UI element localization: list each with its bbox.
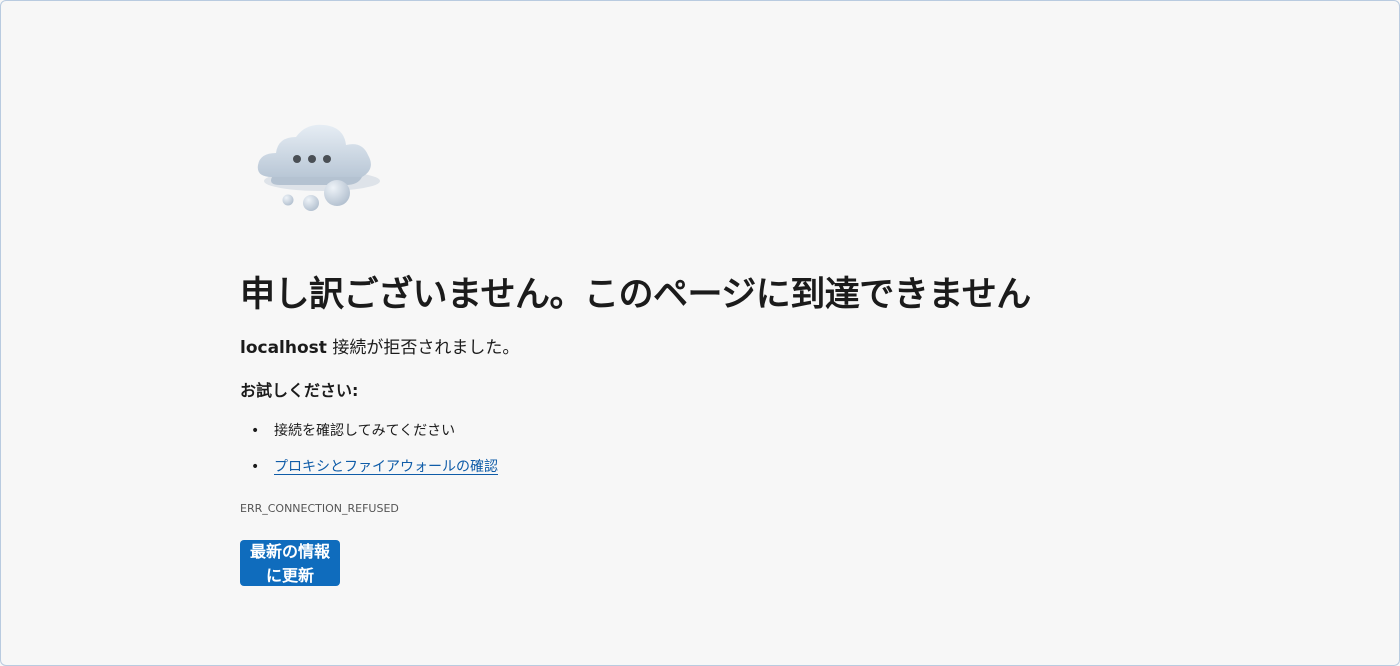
error-content: 申し訳ございません。このページに到達できません localhost 接続が拒否さ… (240, 119, 1140, 586)
refresh-button[interactable]: 最新の情報に更新 (240, 540, 340, 586)
list-item: • 接続を確認してみてください (240, 419, 498, 443)
suggestions-list: • 接続を確認してみてください • プロキシとファイアウォールの確認 (240, 419, 498, 491)
error-message: localhost 接続が拒否されました。 (240, 335, 519, 361)
error-description: 接続が拒否されました。 (326, 338, 520, 358)
browser-error-frame: 申し訳ございません。このページに到達できません localhost 接続が拒否さ… (0, 0, 1400, 666)
page-title: 申し訳ございません。このページに到達できません (240, 275, 1031, 315)
suggestions-heading: お試しください: (240, 381, 359, 400)
list-item: • プロキシとファイアウォールの確認 (240, 455, 498, 479)
bullet: • (251, 459, 260, 475)
cloud-icon (250, 119, 390, 219)
host-name: localhost (240, 338, 327, 358)
bullet: • (251, 423, 260, 439)
proxy-firewall-link[interactable]: プロキシとファイアウォールの確認 (274, 459, 498, 475)
error-code: ERR_CONNECTION_REFUSED (240, 502, 399, 515)
suggestion-check-connection: 接続を確認してみてください (274, 423, 456, 439)
